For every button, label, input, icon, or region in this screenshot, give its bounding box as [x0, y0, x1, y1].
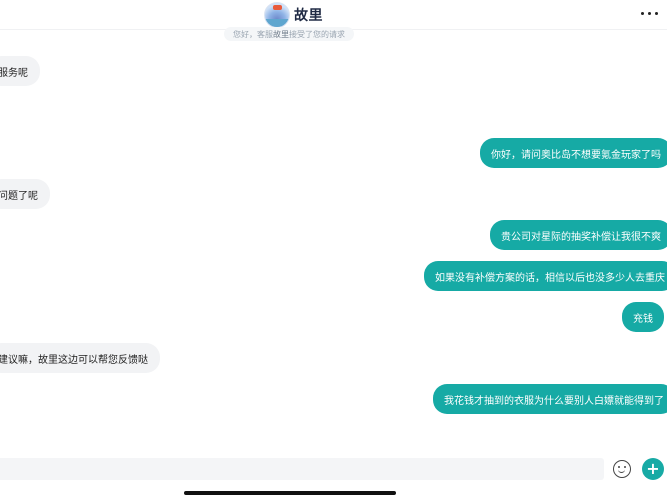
message-text: 如果没有补偿方案的话，相信以后也没多少人去重庆 [435, 272, 665, 284]
message-input[interactable] [0, 458, 604, 480]
more-dot [647, 11, 651, 15]
outgoing-message[interactable]: 你好，请问奥比岛不想要氪金玩家了吗 [480, 138, 667, 168]
incoming-message[interactable]: 么问题了呢 [0, 179, 50, 209]
message-text: 么建议嘛，故里这边可以帮您反馈哒 [0, 354, 148, 366]
more-dot [640, 11, 644, 15]
message-text: 贵公司对星际的抽奖补偿让我很不爽 [501, 231, 661, 243]
outgoing-message[interactable]: 我花钱才抽到的衣服为什么要别人白嫖就能得到了 [433, 384, 667, 414]
system-notice-agent: 故里 [273, 29, 289, 39]
outgoing-message[interactable]: 如果没有补偿方案的话，相信以后也没多少人去重庆 [424, 261, 667, 291]
message-text: 你好，请问奥比岛不想要氪金玩家了吗 [491, 149, 661, 161]
system-notice: 您好，客服 故里 接受了您的请求 [224, 27, 354, 41]
avatar-scenery [265, 19, 289, 27]
more-dot [654, 11, 658, 15]
message-text: 我花钱才抽到的衣服为什么要别人白嫖就能得到了 [444, 395, 664, 407]
message-text: 您服务呢 [0, 67, 28, 79]
agent-avatar[interactable] [264, 2, 290, 28]
chat-header: 故里 [0, 0, 667, 30]
avatar-logo-icon [273, 5, 282, 10]
more-dots-icon[interactable] [639, 9, 659, 17]
outgoing-message[interactable]: 充钱 [622, 302, 664, 332]
system-notice-suffix: 接受了您的请求 [289, 29, 345, 39]
emoji-icon[interactable] [613, 460, 631, 478]
home-indicator[interactable] [184, 491, 396, 495]
emoji-mouth [618, 468, 625, 473]
chat-title: 故里 [294, 8, 323, 24]
incoming-message[interactable]: 您服务呢 [0, 56, 40, 86]
message-text: 充钱 [633, 313, 653, 325]
incoming-message[interactable]: 么建议嘛，故里这边可以帮您反馈哒 [0, 343, 160, 373]
chat-title-group[interactable]: 故里 [264, 2, 323, 28]
system-notice-prefix: 您好，客服 [233, 29, 273, 39]
outgoing-message[interactable]: 贵公司对星际的抽奖补偿让我很不爽 [490, 220, 667, 250]
message-text: 么问题了呢 [0, 190, 38, 202]
plus-icon[interactable]: + [642, 458, 664, 480]
